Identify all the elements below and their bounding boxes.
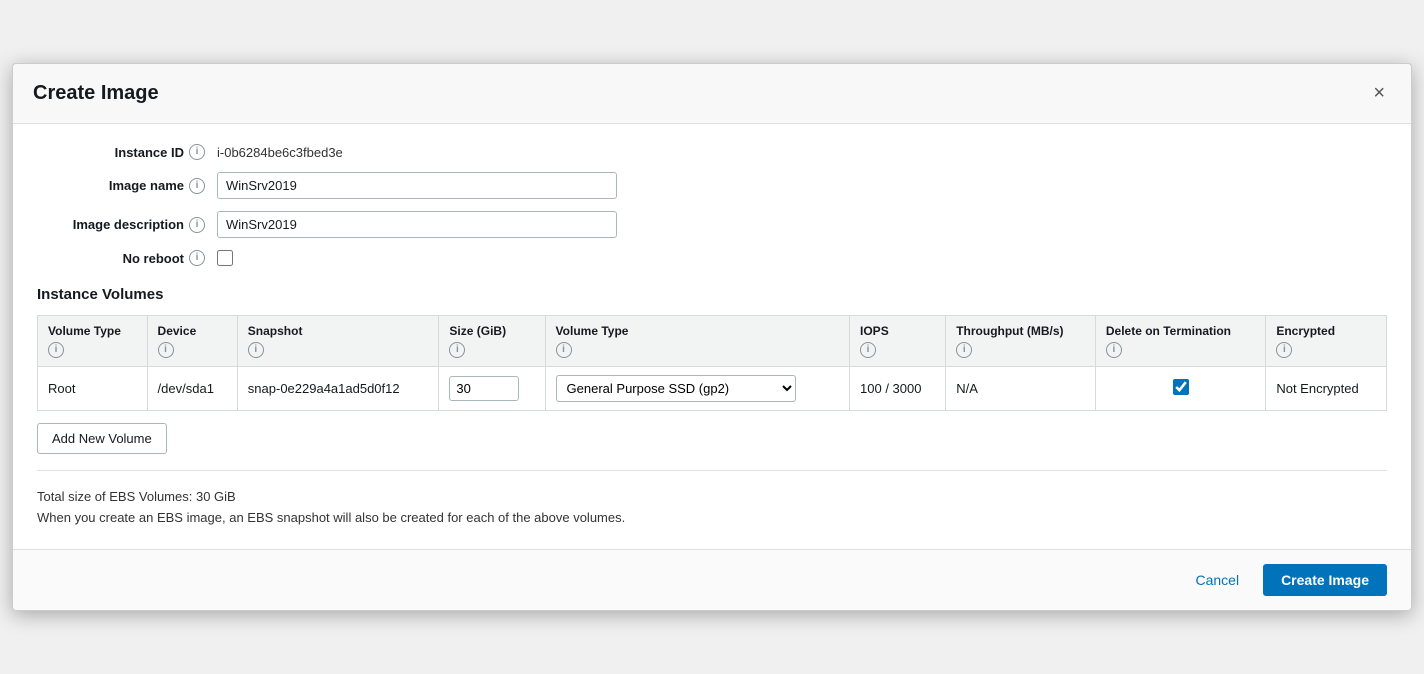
th-size-info-icon[interactable]: i <box>449 342 465 358</box>
table-header-row: Volume Type i Device i Snapshot i <box>38 316 1387 367</box>
volumes-table: Volume Type i Device i Snapshot i <box>37 315 1387 411</box>
image-description-row: Image description i <box>37 211 1387 238</box>
cell-volume-type-value: General Purpose SSD (gp2) General Purpos… <box>545 367 849 411</box>
no-reboot-checkbox[interactable] <box>217 250 233 266</box>
close-button[interactable]: × <box>1367 80 1391 107</box>
cell-device: /dev/sda1 <box>147 367 237 411</box>
th-volume-type-col: Volume Type i <box>545 316 849 367</box>
th-device: Device i <box>147 316 237 367</box>
dialog-title: Create Image <box>33 82 159 105</box>
form-section: Instance ID i i-0b6284be6c3fbed3e Image … <box>37 144 1387 266</box>
create-image-button[interactable]: Create Image <box>1263 564 1387 596</box>
cell-throughput: N/A <box>946 367 1096 411</box>
th-throughput-info-icon[interactable]: i <box>956 342 972 358</box>
th-encrypted-info-icon[interactable]: i <box>1276 342 1292 358</box>
th-volume-type-info-icon[interactable]: i <box>48 342 64 358</box>
volume-type-select[interactable]: General Purpose SSD (gp2) General Purpos… <box>556 375 796 402</box>
instance-id-info-icon[interactable]: i <box>189 144 205 160</box>
th-device-info-icon[interactable]: i <box>158 342 174 358</box>
th-volume-type-col-info-icon[interactable]: i <box>556 342 572 358</box>
image-name-input[interactable] <box>217 172 617 199</box>
image-description-info-icon[interactable]: i <box>189 217 205 233</box>
volumes-section-title: Instance Volumes <box>37 286 1387 303</box>
no-reboot-row: No reboot i <box>37 250 1387 266</box>
image-name-row: Image name i <box>37 172 1387 199</box>
th-snapshot-info-icon[interactable]: i <box>248 342 264 358</box>
image-description-label: Image description i <box>37 217 217 233</box>
image-name-label: Image name i <box>37 178 217 194</box>
th-size: Size (GiB) i <box>439 316 545 367</box>
cell-encrypted: Not Encrypted <box>1266 367 1387 411</box>
image-description-input[interactable] <box>217 211 617 238</box>
create-image-dialog: Create Image × Instance ID i i-0b6284be6… <box>12 63 1412 611</box>
delete-on-termination-checkbox[interactable] <box>1173 379 1189 395</box>
th-encrypted: Encrypted i <box>1266 316 1387 367</box>
info-text-line1: Total size of EBS Volumes: 30 GiB <box>37 487 1387 508</box>
th-delete-on-termination: Delete on Termination i <box>1095 316 1265 367</box>
divider <box>37 470 1387 471</box>
th-iops-info-icon[interactable]: i <box>860 342 876 358</box>
table-row: Root /dev/sda1 snap-0e229a4a1ad5d0f12 Ge… <box>38 367 1387 411</box>
dialog-body: Instance ID i i-0b6284be6c3fbed3e Image … <box>13 124 1411 549</box>
instance-id-value: i-0b6284be6c3fbed3e <box>217 145 343 160</box>
image-name-info-icon[interactable]: i <box>189 178 205 194</box>
dialog-footer: Cancel Create Image <box>13 549 1411 610</box>
cell-volume-type: Root <box>38 367 148 411</box>
no-reboot-info-icon[interactable]: i <box>189 250 205 266</box>
th-iops: IOPS i <box>850 316 946 367</box>
th-delete-info-icon[interactable]: i <box>1106 342 1122 358</box>
instance-id-label: Instance ID i <box>37 144 217 160</box>
info-text: Total size of EBS Volumes: 30 GiB When y… <box>37 487 1387 529</box>
th-volume-type: Volume Type i <box>38 316 148 367</box>
add-new-volume-button[interactable]: Add New Volume <box>37 423 167 454</box>
instance-id-row: Instance ID i i-0b6284be6c3fbed3e <box>37 144 1387 160</box>
no-reboot-label: No reboot i <box>37 250 217 266</box>
th-snapshot: Snapshot i <box>237 316 439 367</box>
cell-iops: 100 / 3000 <box>850 367 946 411</box>
cell-snapshot: snap-0e229a4a1ad5d0f12 <box>237 367 439 411</box>
cell-delete-on-termination <box>1095 367 1265 411</box>
cancel-button[interactable]: Cancel <box>1183 565 1251 595</box>
cell-size <box>439 367 545 411</box>
size-input[interactable] <box>449 376 519 401</box>
th-throughput: Throughput (MB/s) i <box>946 316 1096 367</box>
dialog-header: Create Image × <box>13 64 1411 124</box>
info-text-line2: When you create an EBS image, an EBS sna… <box>37 508 1387 529</box>
